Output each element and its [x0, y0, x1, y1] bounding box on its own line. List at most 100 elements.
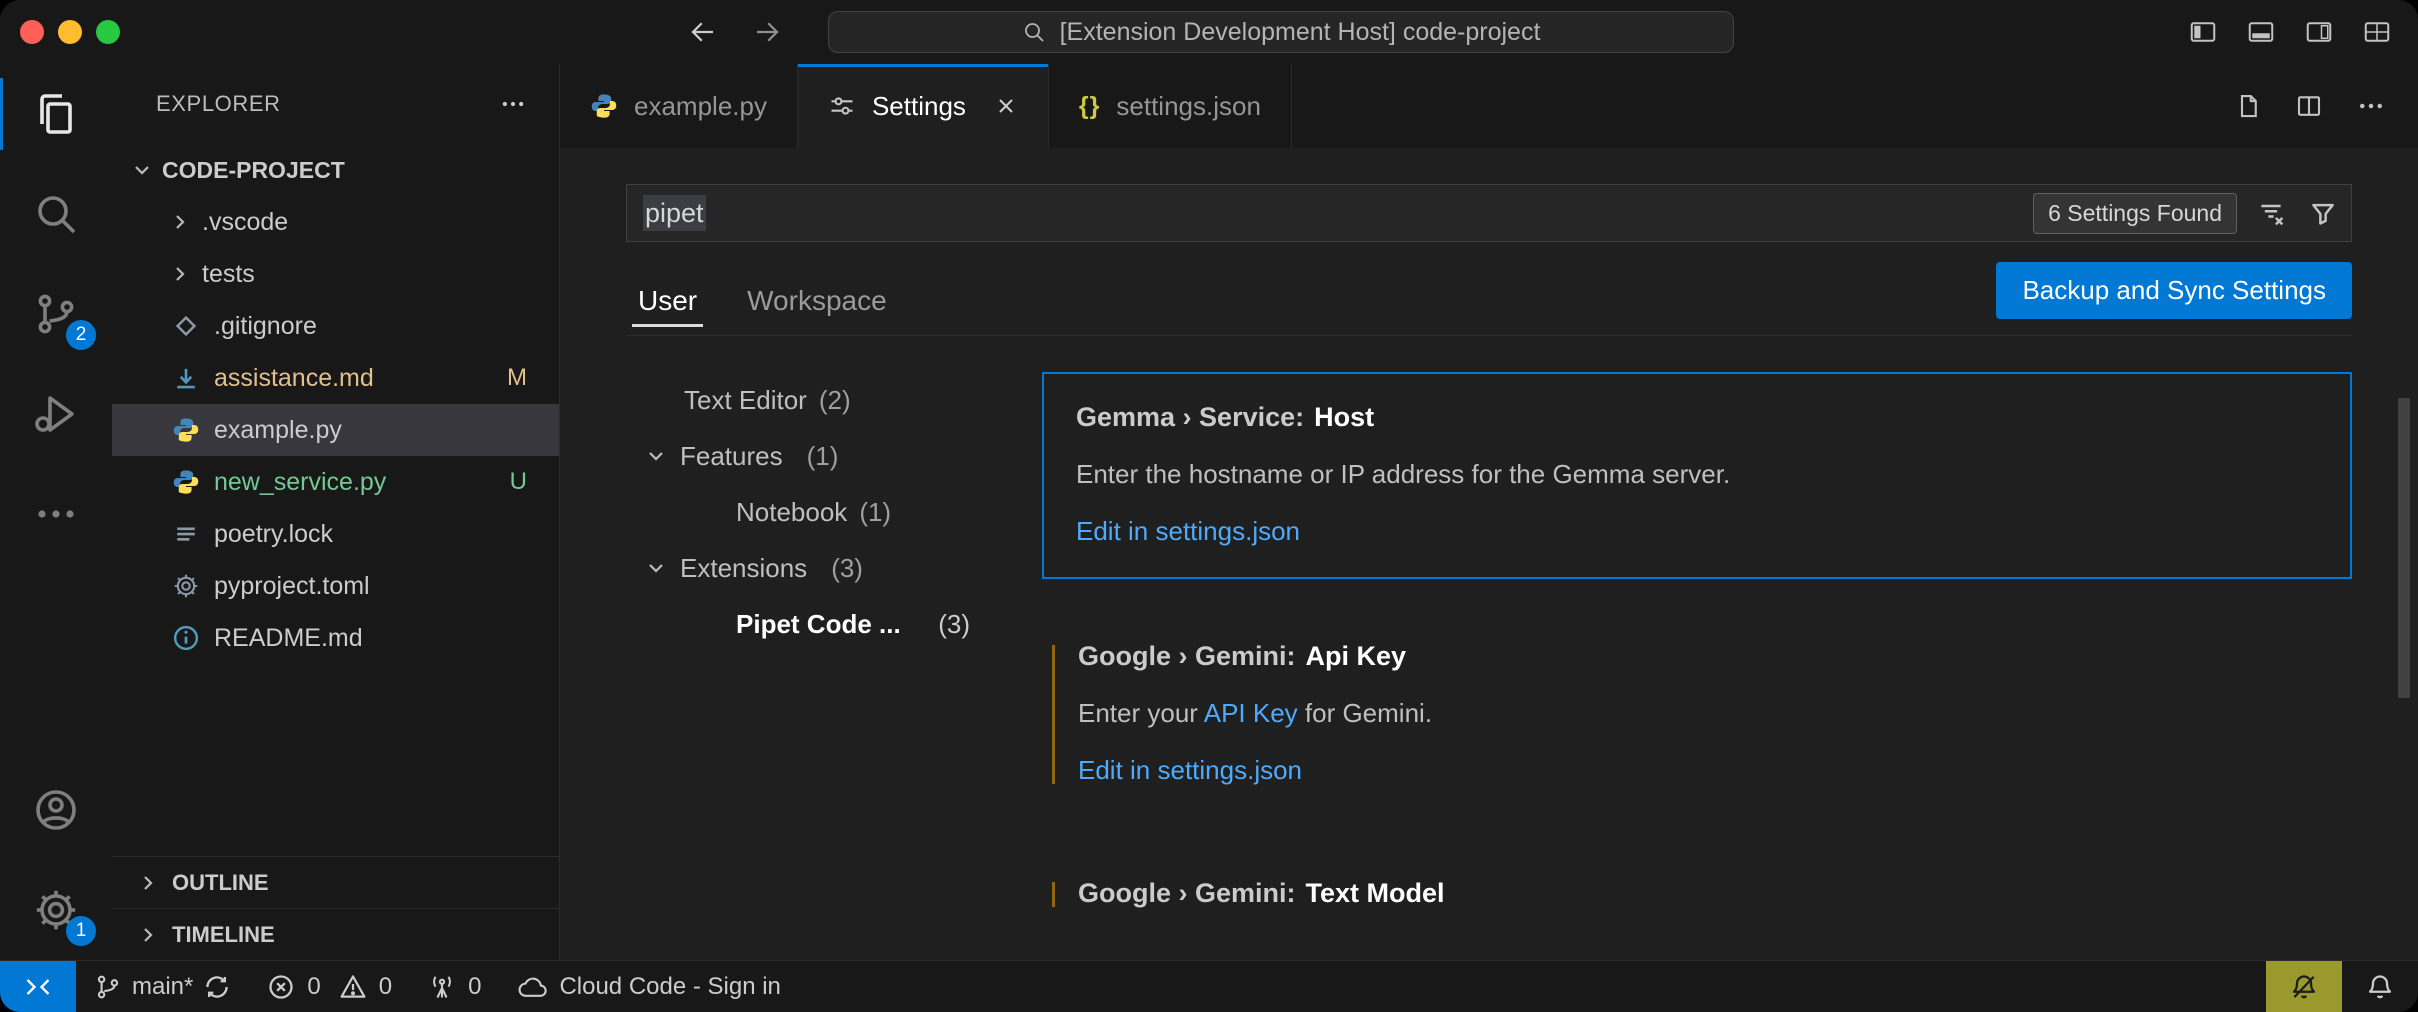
toc-label: Text Editor: [684, 385, 807, 416]
activity-explorer[interactable]: [0, 64, 112, 164]
file-row-assistance-md[interactable]: assistance.md M: [112, 352, 559, 404]
tab-settings[interactable]: Settings: [798, 64, 1049, 148]
toc-label: Features: [680, 441, 783, 472]
chevron-down-icon: [644, 556, 668, 580]
radio-tower-icon: [428, 973, 456, 1001]
backup-sync-settings-button[interactable]: Backup and Sync Settings: [1996, 262, 2352, 319]
git-file-icon: [172, 312, 200, 340]
customize-layout-icon[interactable]: [2362, 17, 2392, 47]
toc-notebook[interactable]: Notebook (1): [626, 484, 1006, 540]
scrollbar[interactable]: [2398, 398, 2410, 698]
file-row-gitignore[interactable]: .gitignore: [112, 300, 559, 352]
toggle-primary-sidebar-icon[interactable]: [2188, 17, 2218, 47]
ports-status-item[interactable]: 0: [410, 961, 499, 1012]
zoom-window-button[interactable]: [96, 20, 120, 44]
file-row-vscode[interactable]: .vscode: [112, 196, 559, 248]
problems-status-item[interactable]: 0 0: [249, 961, 410, 1012]
toggle-panel-icon[interactable]: [2246, 17, 2276, 47]
outline-section-header[interactable]: OUTLINE: [112, 856, 559, 908]
file-name: pyproject.toml: [214, 572, 370, 601]
open-settings-json-icon[interactable]: [2232, 91, 2262, 121]
close-tab-button[interactable]: [994, 94, 1018, 118]
search-controls: 6 Settings Found: [2033, 193, 2341, 234]
toc-count: (1): [859, 497, 891, 528]
close-window-button[interactable]: [20, 20, 44, 44]
command-center[interactable]: [Extension Development Host] code-projec…: [828, 11, 1734, 53]
explorer-root-folder[interactable]: CODE-PROJECT: [112, 144, 559, 196]
search-icon: [1022, 20, 1046, 44]
edit-in-settings-json-link[interactable]: Edit in settings.json: [1078, 755, 1302, 786]
notifications-item[interactable]: [2342, 961, 2418, 1012]
timeline-label: TIMELINE: [172, 922, 275, 948]
scope-tab-workspace[interactable]: Workspace: [739, 285, 895, 335]
description-text: Enter your: [1078, 698, 1204, 728]
navigate-forward-button[interactable]: [752, 17, 782, 47]
toc-pipet-code[interactable]: Pipet Code ... (3): [626, 596, 1006, 652]
settings-badge: 1: [66, 916, 96, 946]
file-row-tests[interactable]: tests: [112, 248, 559, 300]
minimize-window-button[interactable]: [58, 20, 82, 44]
branch-status-item[interactable]: main*: [76, 961, 249, 1012]
file-name: assistance.md: [214, 364, 374, 393]
toc-extensions[interactable]: Extensions (3): [626, 540, 1006, 596]
tab-settings-json[interactable]: {} settings.json: [1049, 64, 1292, 148]
status-bar-right: [2266, 961, 2418, 1012]
markdown-file-icon: [172, 364, 200, 392]
timeline-section-header[interactable]: TIMELINE: [112, 908, 559, 960]
edit-in-settings-json-link[interactable]: Edit in settings.json: [1076, 516, 1300, 547]
api-key-link[interactable]: API Key: [1204, 698, 1298, 728]
navigate-back-button[interactable]: [688, 17, 718, 47]
file-row-example-py[interactable]: example.py: [112, 404, 559, 456]
chevron-down-icon: [644, 444, 668, 468]
more-actions-icon[interactable]: [2356, 91, 2386, 121]
explorer-sidebar: EXPLORER CODE-PROJECT .vscode tests .g: [112, 64, 560, 960]
setting-category: Google › Gemini:: [1078, 878, 1296, 908]
activity-source-control[interactable]: 2: [0, 264, 112, 364]
lock-file-icon: [172, 520, 200, 548]
setting-title: Google › Gemini:Api Key: [1078, 641, 2320, 672]
remote-indicator[interactable]: [0, 961, 76, 1012]
setting-google-gemini-api-key[interactable]: Google › Gemini:Api Key Enter your API K…: [1042, 613, 2352, 816]
activity-accounts[interactable]: [0, 760, 112, 860]
file-row-pyproject-toml[interactable]: pyproject.toml: [112, 560, 559, 612]
tab-example-py[interactable]: example.py: [560, 64, 798, 148]
settings-search-input[interactable]: pipet 6 Settings Found: [626, 184, 2352, 242]
setting-category: Gemma › Service:: [1076, 402, 1304, 432]
explorer-more-actions-button[interactable]: [499, 90, 527, 118]
activity-run-debug[interactable]: [0, 364, 112, 464]
file-name: tests: [202, 260, 255, 289]
clear-search-results-button[interactable]: [2253, 195, 2289, 231]
file-row-new-service-py[interactable]: new_service.py U: [112, 456, 559, 508]
sidebar-header: EXPLORER: [112, 64, 559, 144]
activity-more-views[interactable]: [0, 464, 112, 564]
cloud-icon: [517, 973, 549, 1001]
ellipsis-icon: [32, 490, 80, 538]
vscode-window: [Extension Development Host] code-projec…: [0, 0, 2418, 1012]
file-row-poetry-lock[interactable]: poetry.lock: [112, 508, 559, 560]
chevron-right-icon: [168, 210, 192, 234]
settings-scope-tabs: User Workspace Backup and Sync Settings: [626, 264, 2352, 336]
toggle-secondary-sidebar-icon[interactable]: [2304, 17, 2334, 47]
cloud-code-status-item[interactable]: Cloud Code - Sign in: [499, 961, 798, 1012]
error-icon: [267, 973, 295, 1001]
setting-google-gemini-text-model[interactable]: Google › Gemini:Text Model: [1042, 850, 2352, 939]
filter-settings-button[interactable]: [2305, 195, 2341, 231]
setting-title: Gemma › Service: Host: [1076, 402, 2318, 433]
setting-description: Enter your API Key for Gemini.: [1078, 698, 2320, 729]
activity-search[interactable]: [0, 164, 112, 264]
activity-settings[interactable]: 1: [0, 860, 112, 960]
split-editor-icon[interactable]: [2294, 91, 2324, 121]
setting-gemma-service-host[interactable]: Gemma › Service:Host Enter the hostname …: [1042, 372, 2352, 579]
do-not-disturb-item[interactable]: [2266, 961, 2342, 1012]
setting-label: Host: [1314, 402, 1374, 432]
file-row-readme-md[interactable]: README.md: [112, 612, 559, 664]
bell-icon: [2366, 973, 2394, 1001]
outline-label: OUTLINE: [172, 870, 269, 896]
setting-category: Google › Gemini:: [1078, 641, 1296, 671]
run-debug-icon: [32, 390, 80, 438]
toc-features[interactable]: Features (1): [626, 428, 1006, 484]
python-file-icon: [172, 416, 200, 444]
toc-text-editor[interactable]: Text Editor (2): [626, 372, 1006, 428]
chevron-down-icon: [130, 158, 154, 182]
scope-tab-user[interactable]: User: [630, 285, 705, 335]
